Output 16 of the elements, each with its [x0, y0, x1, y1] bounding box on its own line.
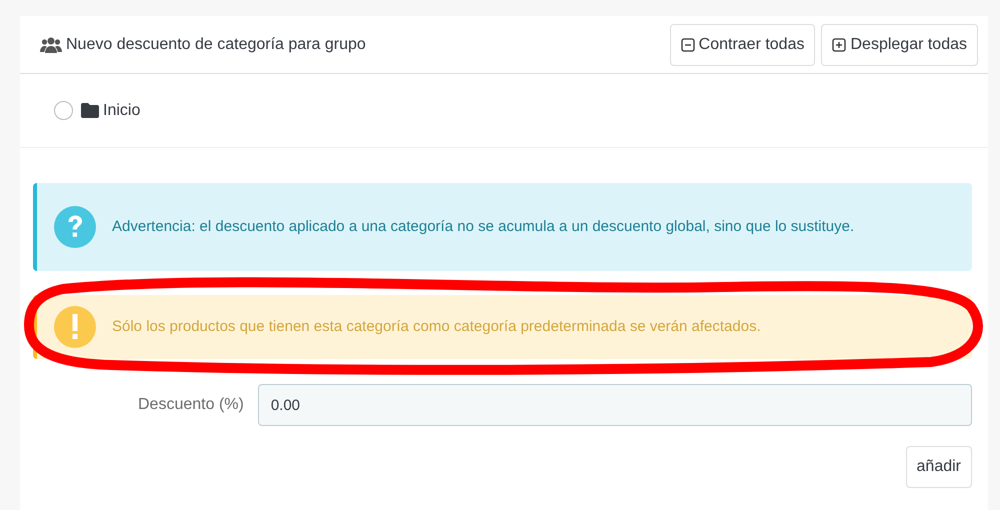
- radio-button[interactable]: [54, 101, 73, 120]
- users-icon: [40, 36, 62, 52]
- discount-label: Descuento (%): [138, 395, 244, 415]
- tree-item-label[interactable]: Inicio: [103, 98, 140, 122]
- add-button[interactable]: añadir: [906, 446, 972, 488]
- expand-all-button[interactable]: Desplegar todas: [821, 24, 978, 66]
- folder-icon: [81, 103, 99, 118]
- alert-text: Advertencia: el descuento aplicado a una categoría no se acumula a un descuento global, sino que lo sustituye.: [112, 217, 854, 237]
- discount-field[interactable]: 0.00: [258, 384, 972, 426]
- alert-text: Sólo los productos que tienen esta categoría como categoría predeterminada se verán afectados.: [112, 317, 761, 337]
- exclamation-circle-icon: [54, 306, 96, 348]
- question-circle-icon: [54, 206, 96, 248]
- minus-square-icon: [680, 38, 695, 52]
- panel-title: Nuevo descuento de categoría para grupo: [66, 34, 366, 54]
- collapse-all-button[interactable]: Contraer todas: [670, 24, 816, 66]
- plus-square-icon: [832, 38, 846, 52]
